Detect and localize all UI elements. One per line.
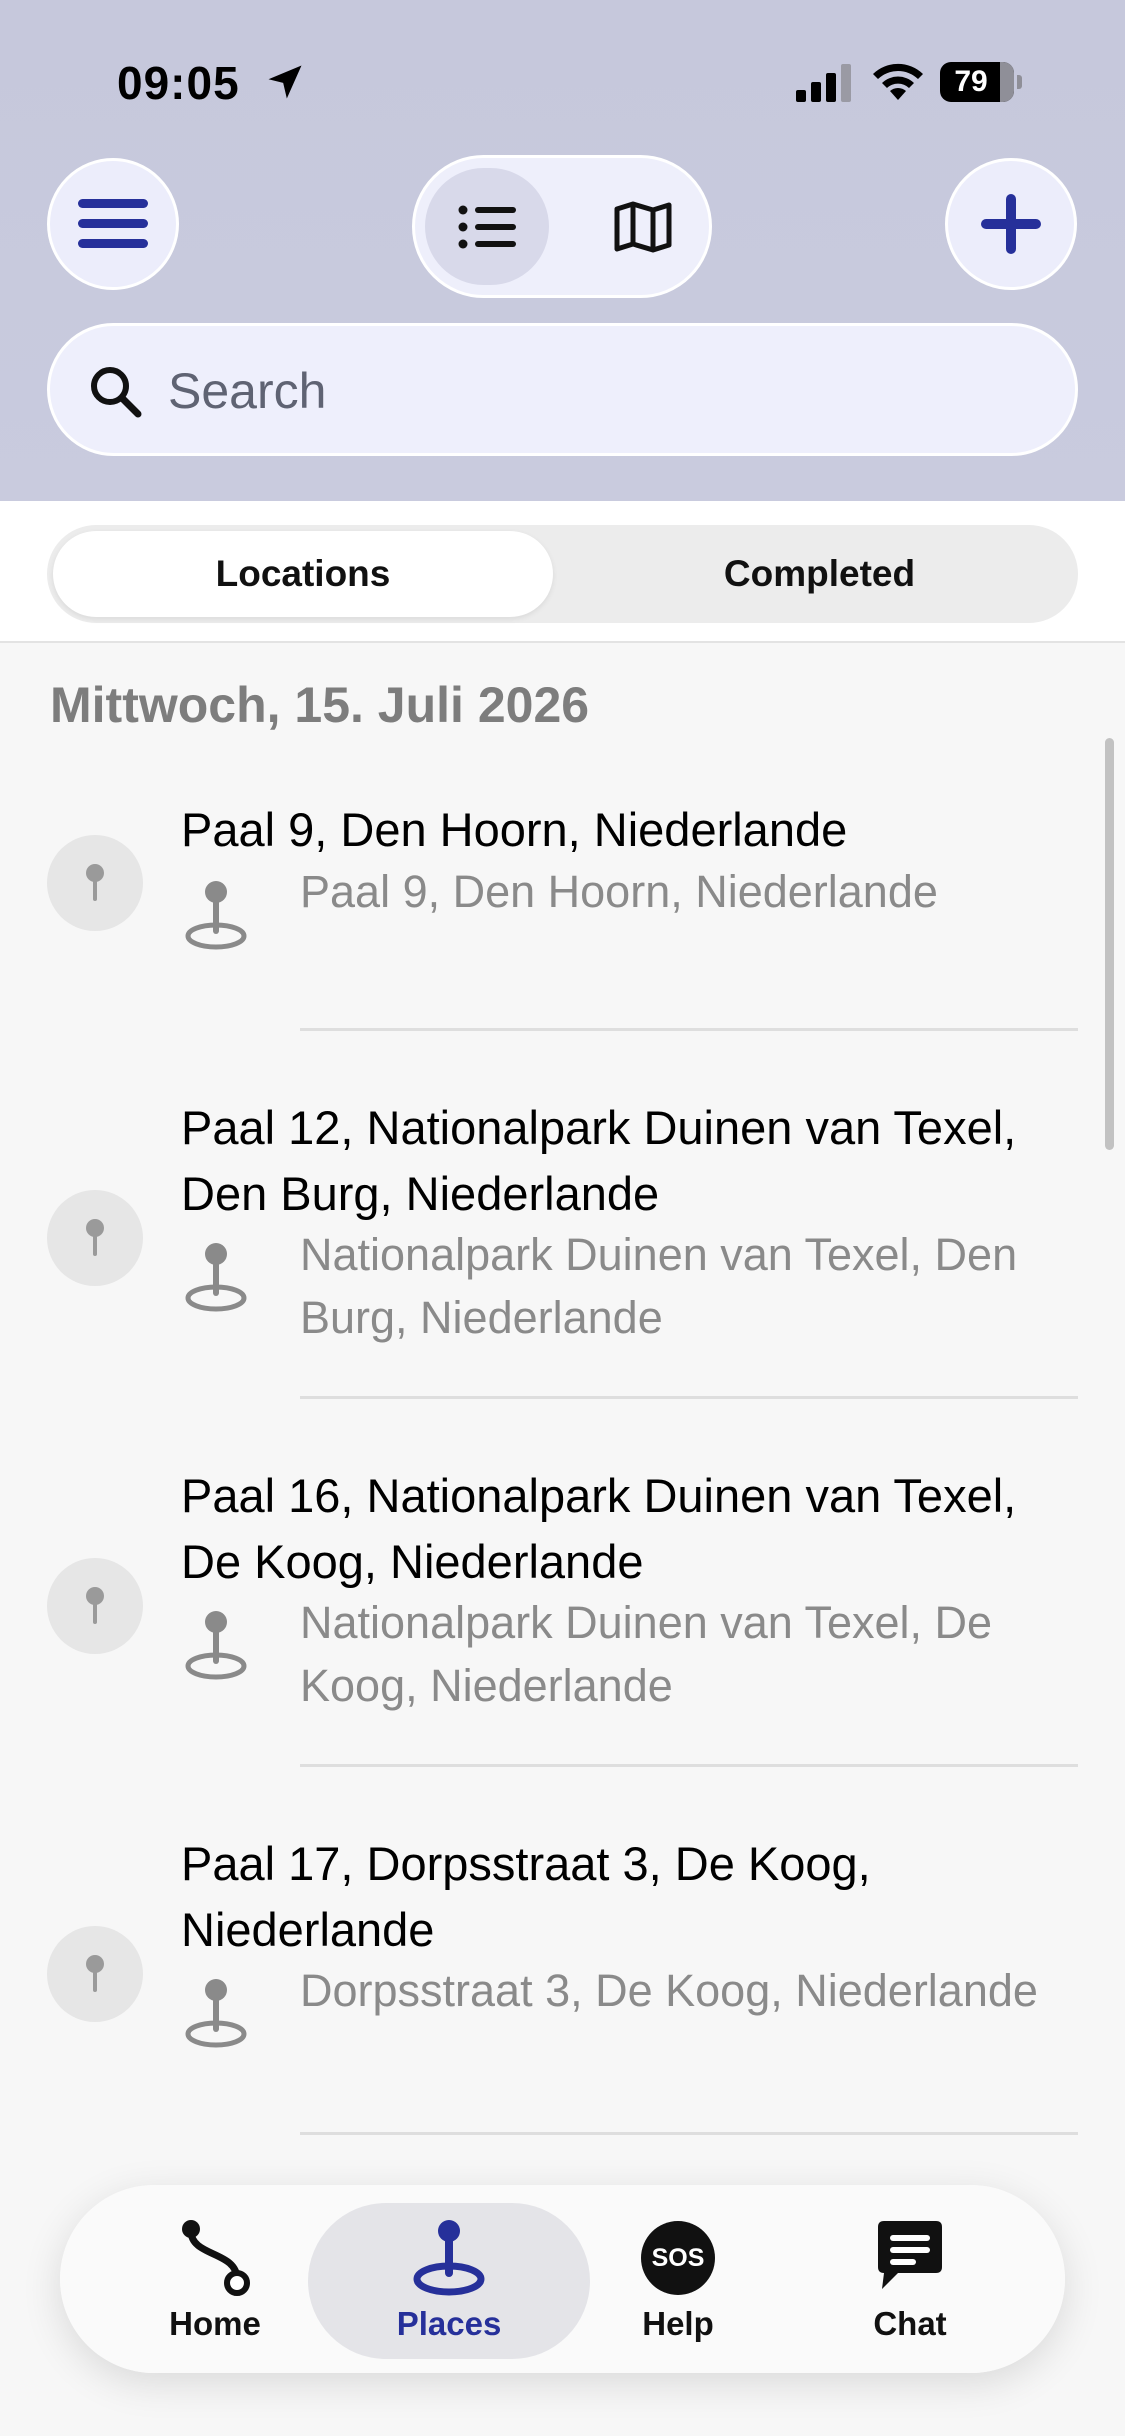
status-dot [47,1558,143,1654]
tab-chat-label: Chat [873,2305,947,2342]
location-title: Paal 12, Nationalpark Duinen van Texel, … [181,1101,1017,1220]
pin-icon [86,864,104,901]
location-address: Dorpsstraat 3, De Koog, Niederlande [300,1965,1038,2016]
location-pin-icon [185,1243,247,1312]
segment-area: Locations Completed [0,501,1125,643]
location-title: Paal 17, Dorpsstraat 3, De Koog, Niederl… [181,1837,871,1956]
chat-bubble-icon [878,2221,942,2289]
status-bar: 09:05 79 [0,0,1125,160]
location-pin-icon [413,2220,485,2296]
row-divider [300,2132,1078,2135]
location-address: Nationalpark Duinen van Texel, Den Burg,… [300,1229,1018,1343]
status-dot [47,1190,143,1286]
header: 09:05 79 [0,0,1125,501]
scroll-indicator[interactable] [1105,738,1114,1150]
location-title: Paal 16, Nationalpark Duinen van Texel, … [181,1469,1017,1588]
locations-list: Mittwoch, 15. Juli 2026 Paal 9, Den Hoor… [0,643,1125,2436]
battery-indicator: 79 [940,62,1022,102]
location-arrow-icon [268,65,302,99]
date-section-header: Mittwoch, 15. Juli 2026 [50,677,590,733]
tab-home[interactable]: Home [115,2185,315,2373]
route-icon [182,2220,250,2296]
row-divider [300,1028,1078,1031]
cellular-signal-icon [796,64,851,102]
menu-button[interactable] [47,158,179,290]
tab-home-label: Home [169,2305,261,2342]
add-location-button[interactable] [945,158,1077,290]
status-time: 09:05 [117,57,240,109]
sos-icon: SOS [641,2221,715,2295]
segmented-control: Locations Completed [47,525,1078,623]
search-icon [91,367,142,418]
tab-help[interactable]: SOS Help [578,2185,778,2373]
status-dot [47,835,143,931]
row-divider [300,1396,1078,1399]
list-item[interactable]: Paal 12, Nationalpark Duinen van Texel, … [0,1095,1125,1463]
view-toggle [412,155,712,298]
segment-completed[interactable]: Completed [567,531,1072,617]
pin-icon [86,1955,104,1992]
plus-icon [981,194,1041,254]
location-pin-icon [185,1979,247,2048]
pin-icon [86,1587,104,1624]
hamburger-icon [78,199,148,248]
list-item[interactable]: Paal 9, Den Hoorn, Niederlande Paal 9, D… [0,793,1125,1095]
tab-help-label: Help [642,2305,714,2342]
tab-bar: Home Places SOS Help Chat [60,2185,1065,2373]
tab-places-label: Places [396,2305,502,2342]
location-title: Paal 9, Den Hoorn, Niederlande [181,803,848,856]
list-icon [458,205,516,248]
location-address: Paal 9, Den Hoorn, Niederlande [300,866,938,917]
tab-chat[interactable]: Chat [810,2185,1010,2373]
list-item[interactable]: Paal 17, Dorpsstraat 3, De Koog, Niederl… [0,1831,1125,2199]
list-view-button[interactable] [425,168,549,285]
tab-places[interactable]: Places [308,2185,590,2373]
list-item[interactable]: Paal 16, Nationalpark Duinen van Texel, … [0,1463,1125,1831]
location-pin-icon [185,1611,247,1680]
location-address: Nationalpark Duinen van Texel, De Koog, … [300,1597,993,1711]
search-input[interactable] [168,346,1048,436]
pin-icon [86,1219,104,1256]
status-dot [47,1926,143,2022]
map-icon [614,201,672,252]
battery-level: 79 [954,65,988,98]
map-view-button[interactable] [581,168,705,285]
wifi-icon [873,63,923,100]
row-divider [300,1764,1078,1767]
search-bar[interactable] [47,323,1078,456]
segment-locations[interactable]: Locations [53,531,553,617]
location-pin-icon [185,881,247,950]
